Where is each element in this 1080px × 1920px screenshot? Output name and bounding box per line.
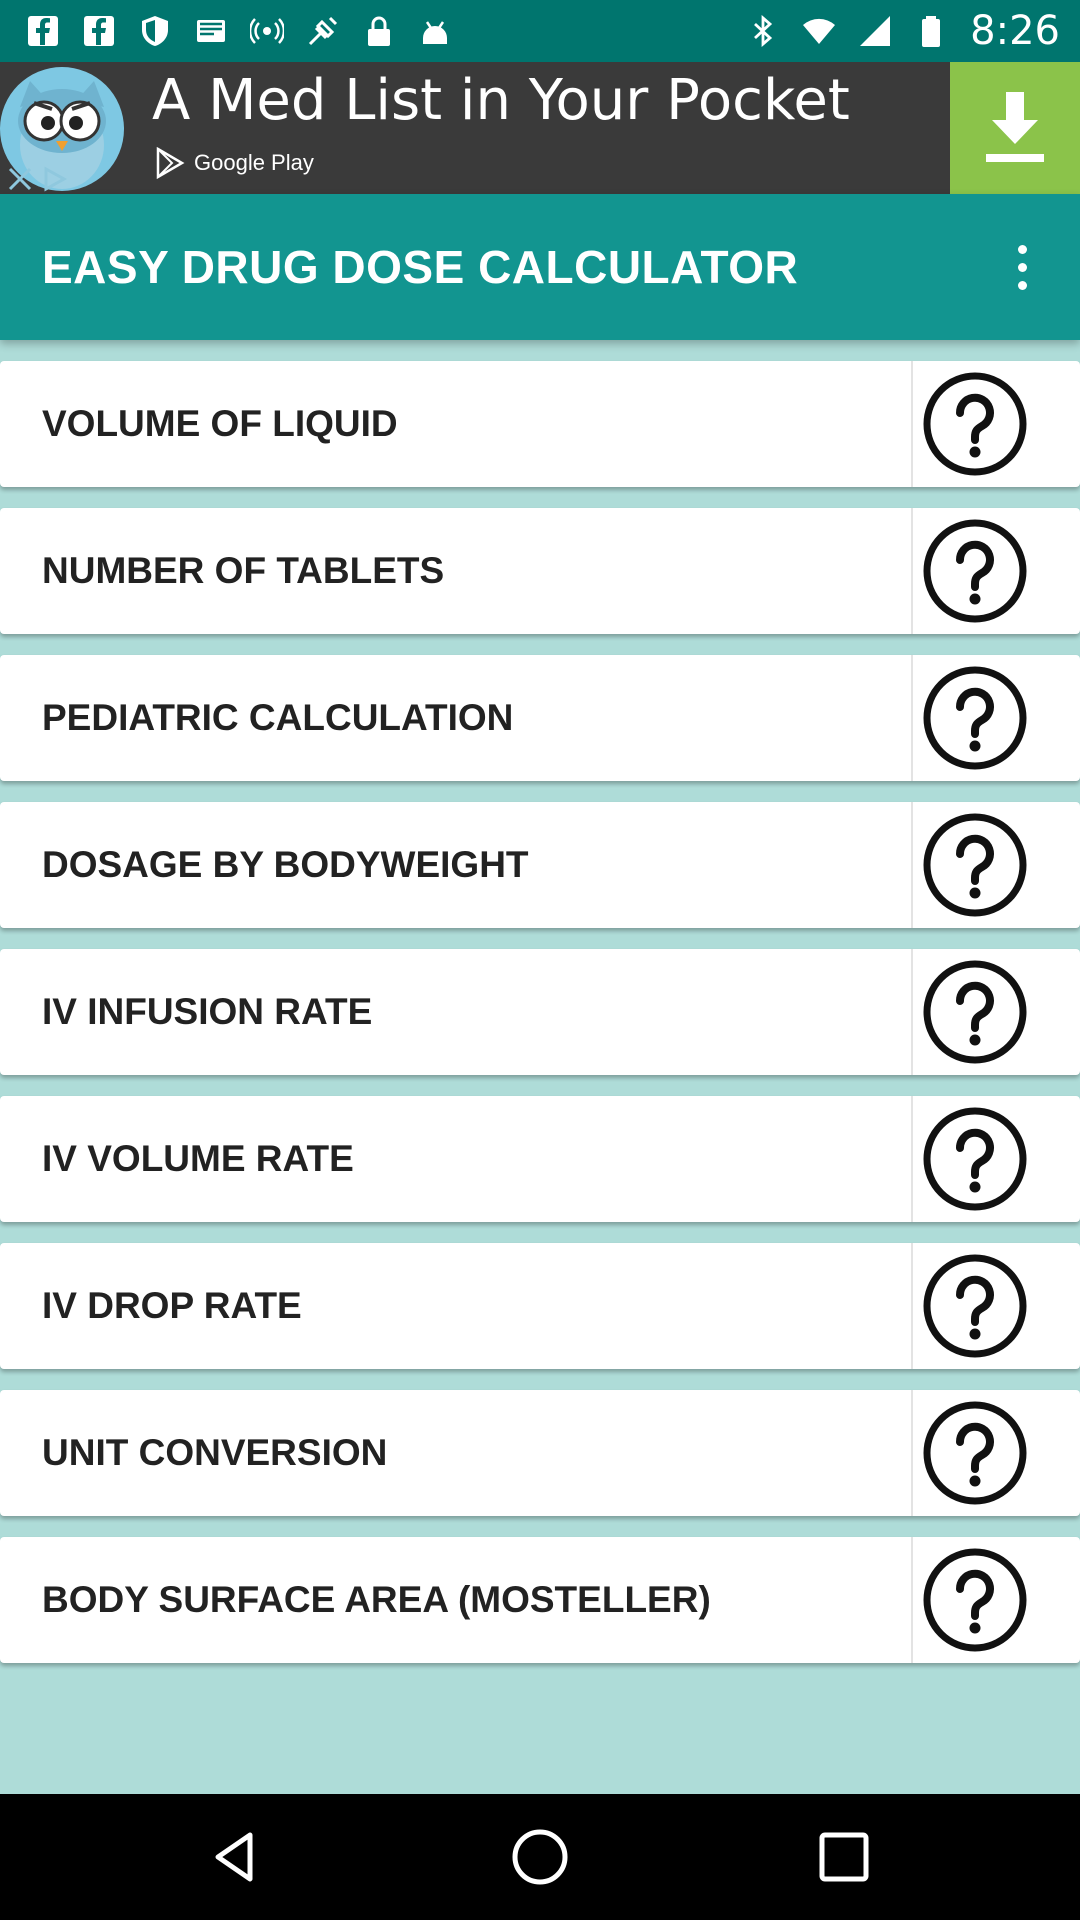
recents-icon[interactable] <box>814 1827 874 1887</box>
menu-dot <box>1017 262 1027 272</box>
navigation-bar <box>0 1794 1080 1920</box>
close-icon <box>8 167 32 191</box>
menu-dot <box>1017 244 1027 254</box>
app-bar: EASY DRUG DOSE CALCULATOR <box>0 194 1080 340</box>
help-icon[interactable] <box>922 1400 1028 1506</box>
ad-download-button[interactable] <box>950 62 1080 194</box>
facebook-icon <box>82 14 116 48</box>
list-item-body-surface-area[interactable]: BODY SURFACE AREA (MOSTELLER) <box>0 1537 1080 1663</box>
ad-choices-icon <box>44 166 68 192</box>
help-icon[interactable] <box>922 1106 1028 1212</box>
email-icon <box>194 14 228 48</box>
app-title: EASY DRUG DOSE CALCULATOR <box>42 241 799 293</box>
clock: 8:26 <box>970 8 1060 54</box>
download-icon <box>986 92 1044 162</box>
divider <box>911 1390 913 1516</box>
help-icon[interactable] <box>922 1253 1028 1359</box>
list-item-iv-infusion-rate[interactable]: IV INFUSION RATE <box>0 949 1080 1075</box>
list-item-iv-volume-rate[interactable]: IV VOLUME RATE <box>0 1096 1080 1222</box>
help-icon[interactable] <box>922 959 1028 1065</box>
list-item-unit-conversion[interactable]: UNIT CONVERSION <box>0 1390 1080 1516</box>
google-play-icon <box>156 146 185 180</box>
help-icon[interactable] <box>922 518 1028 624</box>
list-item-label[interactable]: VOLUME OF LIQUID <box>42 361 398 487</box>
home-icon[interactable] <box>510 1827 570 1887</box>
ad-banner[interactable]: A Med List in Your Pocket Google Play <box>0 62 1080 194</box>
wifi-icon <box>802 14 836 48</box>
signal-icon <box>250 14 284 48</box>
fake-gps-icon <box>306 14 340 48</box>
battery-icon <box>914 14 948 48</box>
ad-headline[interactable]: A Med List in Your Pocket <box>152 68 850 133</box>
list-item-label[interactable]: NUMBER OF TABLETS <box>42 508 444 634</box>
list-item-label[interactable]: UNIT CONVERSION <box>42 1390 387 1516</box>
help-icon[interactable] <box>922 1547 1028 1653</box>
android-icon <box>418 14 452 48</box>
ad-store-badge[interactable]: Google Play <box>152 146 314 180</box>
shield-icon <box>138 14 172 48</box>
list-item-volume-of-liquid[interactable]: VOLUME OF LIQUID <box>0 361 1080 487</box>
menu-dot <box>1017 280 1027 290</box>
more-vert-icon[interactable] <box>1000 234 1044 300</box>
lock-icon <box>362 14 396 48</box>
list-item-iv-drop-rate[interactable]: IV DROP RATE <box>0 1243 1080 1369</box>
help-icon[interactable] <box>922 812 1028 918</box>
divider <box>911 508 913 634</box>
list-item-dosage-by-bodyweight[interactable]: DOSAGE BY BODYWEIGHT <box>0 802 1080 928</box>
help-icon[interactable] <box>922 371 1028 477</box>
notification-icons <box>0 14 452 48</box>
divider <box>911 1096 913 1222</box>
divider <box>911 802 913 928</box>
facebook-icon <box>26 14 60 48</box>
ad-close-button[interactable] <box>0 164 80 194</box>
cell-signal-icon <box>858 14 892 48</box>
list-item-label[interactable]: IV INFUSION RATE <box>42 949 372 1075</box>
list-item-number-of-tablets[interactable]: NUMBER OF TABLETS <box>0 508 1080 634</box>
list-item-label[interactable]: IV VOLUME RATE <box>42 1096 354 1222</box>
divider <box>911 361 913 487</box>
back-icon[interactable] <box>206 1827 266 1887</box>
ad-store-label: Google Play <box>194 150 314 175</box>
bluetooth-icon <box>746 14 780 48</box>
list-item-pediatric-calculation[interactable]: PEDIATRIC CALCULATION <box>0 655 1080 781</box>
divider <box>911 1537 913 1663</box>
status-bar: 8:26 <box>0 0 1080 62</box>
list-item-label[interactable]: BODY SURFACE AREA (MOSTELLER) <box>42 1537 711 1663</box>
list-item-label[interactable]: IV DROP RATE <box>42 1243 302 1369</box>
divider <box>911 949 913 1075</box>
divider <box>911 1243 913 1369</box>
divider <box>911 655 913 781</box>
list-item-label[interactable]: DOSAGE BY BODYWEIGHT <box>42 802 529 928</box>
list-item-label[interactable]: PEDIATRIC CALCULATION <box>42 655 513 781</box>
help-icon[interactable] <box>922 665 1028 771</box>
system-icons: 8:26 <box>746 8 1080 54</box>
